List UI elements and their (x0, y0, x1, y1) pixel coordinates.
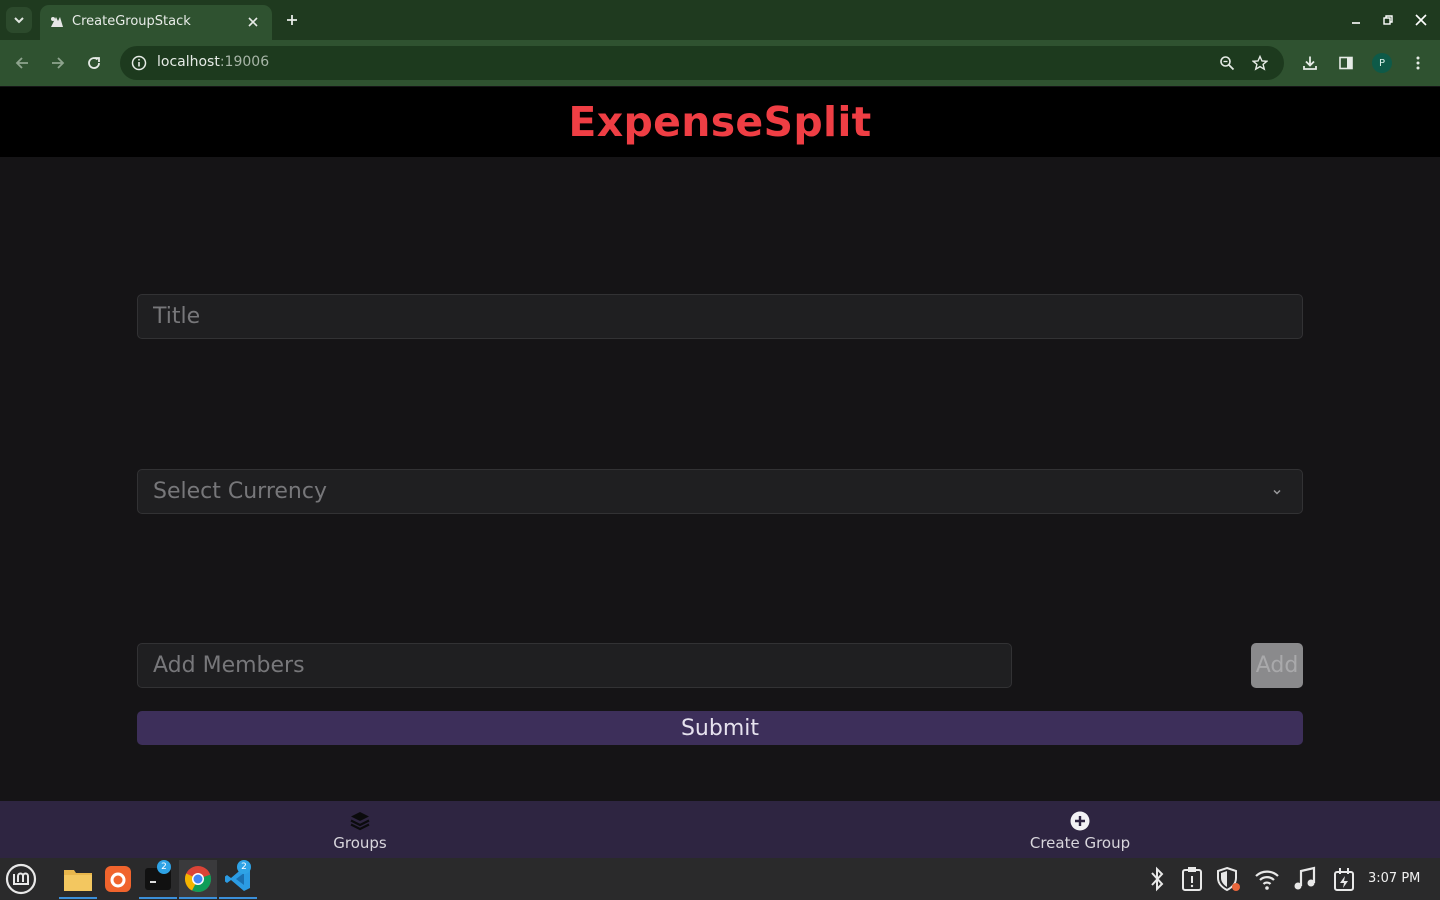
bottom-nav: Groups Create Group (0, 801, 1440, 858)
side-panel-icon[interactable] (1334, 51, 1358, 75)
active-indicator (179, 897, 217, 899)
chevron-down-icon (14, 17, 24, 24)
power-manager-icon[interactable] (1329, 864, 1359, 894)
nav-item-label: Groups (333, 834, 387, 852)
restore-button[interactable] (1378, 10, 1398, 30)
nav-item-create-group[interactable]: Create Group (720, 801, 1440, 858)
folder-icon (64, 870, 92, 891)
reload-button[interactable] (82, 51, 106, 75)
arrow-left-icon (15, 57, 28, 69)
profile-avatar[interactable]: P (1372, 53, 1392, 73)
terminal-badge: 2 (157, 860, 171, 874)
taskbar-firefox[interactable] (99, 860, 137, 898)
active-indicator (219, 897, 257, 899)
expo-favicon-icon (51, 17, 63, 27)
currency-select-placeholder: Select Currency (153, 479, 327, 504)
close-icon (248, 17, 258, 27)
bookmark-star-icon[interactable] (1249, 52, 1271, 74)
active-indicator (139, 897, 177, 899)
reload-icon (88, 57, 100, 69)
back-button[interactable] (10, 51, 34, 75)
add-member-button[interactable]: Add (1251, 643, 1303, 688)
submit-button[interactable]: Submit (137, 711, 1303, 745)
shield-icon[interactable] (1213, 864, 1243, 894)
layers-icon (349, 810, 371, 832)
music-note-icon[interactable] (1290, 864, 1320, 894)
taskbar-files[interactable] (59, 860, 97, 899)
forward-button[interactable] (46, 51, 70, 75)
title-field[interactable] (137, 294, 1303, 339)
address-bar[interactable]: localhost:19006 (120, 46, 1284, 80)
url-text: localhost:19006 (157, 54, 269, 70)
os-taskbar: 2 2 3:07 PM (0, 858, 1440, 900)
currency-select[interactable]: Select Currency (137, 469, 1303, 514)
close-window-button[interactable] (1411, 10, 1431, 30)
chrome-icon (184, 866, 212, 893)
add-members-input[interactable] (138, 644, 1011, 687)
mint-logo-icon (5, 863, 37, 895)
browser-tab-bar: CreateGroupStack (0, 0, 1440, 40)
add-members-field[interactable] (137, 643, 1012, 688)
app-header: ExpenseSplit (0, 87, 1440, 157)
browser-tab[interactable]: CreateGroupStack (40, 5, 272, 40)
chevron-down-icon (1273, 489, 1281, 495)
minimize-button[interactable] (1346, 10, 1366, 30)
bluetooth-icon[interactable] (1142, 864, 1172, 894)
plus-icon (287, 15, 297, 25)
wifi-icon[interactable] (1252, 864, 1282, 894)
download-icon[interactable] (1298, 51, 1322, 75)
tab-search-button[interactable] (6, 7, 32, 33)
active-indicator (59, 897, 97, 899)
app-title: ExpenseSplit (568, 98, 872, 146)
tab-close-button[interactable] (243, 12, 263, 32)
start-menu-button[interactable] (2, 860, 40, 898)
taskbar-chrome[interactable] (179, 860, 217, 899)
plus-circle-icon (1069, 810, 1091, 832)
vscode-badge: 2 (237, 860, 251, 874)
taskbar-terminal[interactable]: 2 (139, 860, 177, 899)
url-host: localhost (157, 54, 220, 70)
nav-item-groups[interactable]: Groups (0, 801, 720, 858)
arrow-right-icon (52, 57, 65, 69)
more-menu-icon[interactable] (1406, 51, 1430, 75)
close-icon (1415, 14, 1427, 26)
zoom-icon[interactable] (1216, 52, 1238, 74)
new-tab-button[interactable] (281, 9, 303, 31)
clipboard-icon[interactable] (1177, 864, 1207, 894)
nav-item-label: Create Group (1029, 834, 1131, 852)
minimize-icon (1352, 22, 1360, 24)
url-port: :19006 (219, 54, 270, 70)
firefox-icon (105, 866, 131, 892)
title-input[interactable] (138, 295, 1302, 338)
taskbar-clock[interactable]: 3:07 PM (1368, 871, 1420, 886)
taskbar-vscode[interactable]: 2 (219, 860, 257, 899)
site-info-icon[interactable] (128, 52, 150, 74)
browser-toolbar: localhost:19006 P (0, 40, 1440, 86)
restore-icon (1383, 15, 1393, 25)
tab-title: CreateGroupStack (72, 14, 191, 29)
